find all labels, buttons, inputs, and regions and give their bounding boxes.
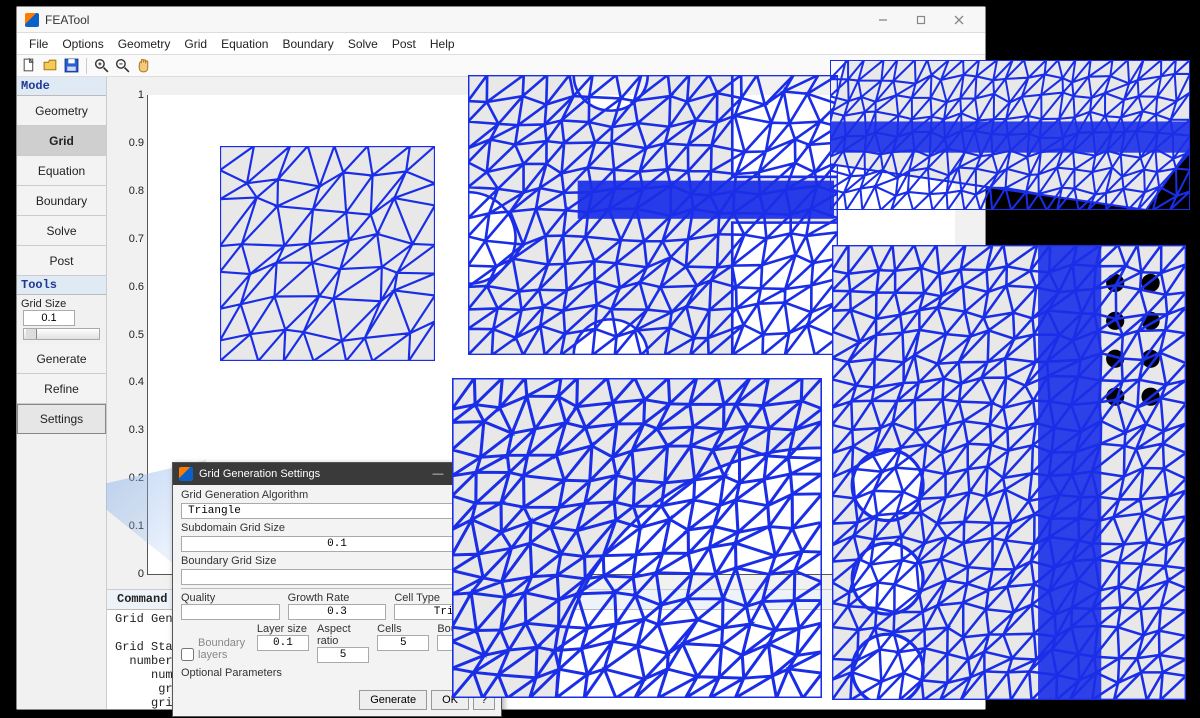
app-icon — [25, 13, 39, 27]
dialog-generate-button[interactable]: Generate — [359, 690, 427, 710]
new-file-icon[interactable] — [21, 57, 38, 74]
dialog-title: Grid Generation Settings — [199, 468, 320, 480]
boundary-gridsize-label: Boundary Grid Size — [181, 555, 493, 567]
aspect-ratio-input[interactable] — [317, 647, 369, 663]
gridsize-label: Grid Size — [17, 295, 106, 310]
ytick: 0.3 — [129, 424, 148, 436]
dialog-ok-button[interactable]: OK — [431, 690, 469, 710]
app-icon — [179, 467, 193, 481]
refine-button[interactable]: Refine — [17, 374, 106, 404]
mode-boundary[interactable]: Boundary — [17, 186, 106, 216]
quality-input[interactable] — [181, 604, 280, 620]
gridsize-input[interactable] — [23, 310, 75, 326]
celltype-label: Cell Type — [394, 592, 493, 604]
ytick: 0.1 — [129, 520, 148, 532]
celltype-select[interactable] — [394, 604, 493, 620]
menu-help[interactable]: Help — [424, 35, 461, 53]
boundary-layers-checkbox[interactable] — [181, 648, 194, 661]
aspect-ratio-label: Aspect ratio — [317, 623, 369, 647]
titlebar: FEATool — [17, 7, 985, 33]
subdomain-gridsize-input[interactable] — [181, 536, 493, 552]
zoom-in-icon[interactable] — [93, 57, 110, 74]
growth-rate-label: Growth Rate — [288, 592, 387, 604]
menu-equation[interactable]: Equation — [215, 35, 274, 53]
dialog-help-button[interactable]: ? — [473, 690, 495, 710]
settings-button[interactable]: Settings — [17, 404, 106, 434]
cells-input[interactable] — [377, 635, 429, 651]
menu-post[interactable]: Post — [386, 35, 422, 53]
subdomain-label: Subdomain Grid Size — [181, 522, 493, 534]
menubar: File Options Geometry Grid Equation Boun… — [17, 33, 985, 55]
ytick: 0.5 — [129, 329, 148, 341]
ytick: 0.9 — [129, 137, 148, 149]
algorithm-select[interactable] — [181, 503, 493, 519]
ytick: 0.7 — [129, 233, 148, 245]
boundaries-input[interactable] — [437, 635, 493, 651]
mode-post[interactable]: Post — [17, 246, 106, 276]
save-disk-icon[interactable] — [63, 57, 80, 74]
ytick: 0.6 — [129, 281, 148, 293]
menu-file[interactable]: File — [23, 35, 54, 53]
menu-options[interactable]: Options — [56, 35, 109, 53]
generate-button[interactable]: Generate — [17, 344, 106, 374]
boundary-layers-label: Boundary layers — [198, 637, 249, 661]
window-title: FEATool — [45, 13, 859, 27]
ytick: 0 — [138, 568, 148, 580]
minimize-icon[interactable]: — — [429, 468, 447, 480]
cells-label: Cells — [377, 623, 429, 635]
xtick: 0.5 — [544, 574, 559, 588]
mode-equation[interactable]: Equation — [17, 156, 106, 186]
pan-hand-icon[interactable] — [135, 57, 152, 74]
growth-rate-input[interactable] — [288, 604, 387, 620]
menu-boundary[interactable]: Boundary — [276, 35, 339, 53]
maximize-icon[interactable]: ▢ — [453, 468, 471, 481]
mode-geometry[interactable]: Geometry — [17, 96, 106, 126]
ytick: 0.4 — [129, 376, 148, 388]
mode-grid[interactable]: Grid — [17, 126, 106, 156]
grid-settings-dialog: Grid Generation Settings — ▢ ✕ Grid Gene… — [172, 462, 502, 717]
mode-header: Mode — [17, 77, 106, 96]
command-tab[interactable]: Command — [107, 590, 177, 609]
ytick: 0.8 — [129, 185, 148, 197]
optional-params-label: Optional Parameters — [181, 667, 493, 679]
boundary-gridsize-input[interactable] — [181, 569, 493, 585]
layersize-input[interactable] — [257, 635, 309, 651]
minimize-button[interactable] — [865, 10, 901, 30]
menu-solve[interactable]: Solve — [342, 35, 384, 53]
close-icon[interactable]: ✕ — [477, 468, 495, 481]
layersize-label: Layer size — [257, 623, 309, 635]
ytick: 0.2 — [129, 472, 148, 484]
menu-grid[interactable]: Grid — [178, 35, 213, 53]
toolbar — [17, 55, 985, 77]
tools-header: Tools — [17, 276, 106, 295]
boundaries-label: Boundaries — [437, 623, 493, 635]
gridsize-slider[interactable] — [23, 328, 100, 340]
close-button[interactable] — [941, 10, 977, 30]
mode-solve[interactable]: Solve — [17, 216, 106, 246]
menu-geometry[interactable]: Geometry — [112, 35, 177, 53]
algorithm-label: Grid Generation Algorithm — [181, 489, 493, 501]
maximize-button[interactable] — [903, 10, 939, 30]
ytick: 1 — [138, 89, 148, 101]
sidebar: Mode Geometry Grid Equation Boundary Sol… — [17, 77, 107, 709]
open-folder-icon[interactable] — [42, 57, 59, 74]
zoom-out-icon[interactable] — [114, 57, 131, 74]
quality-label: Quality — [181, 592, 280, 604]
